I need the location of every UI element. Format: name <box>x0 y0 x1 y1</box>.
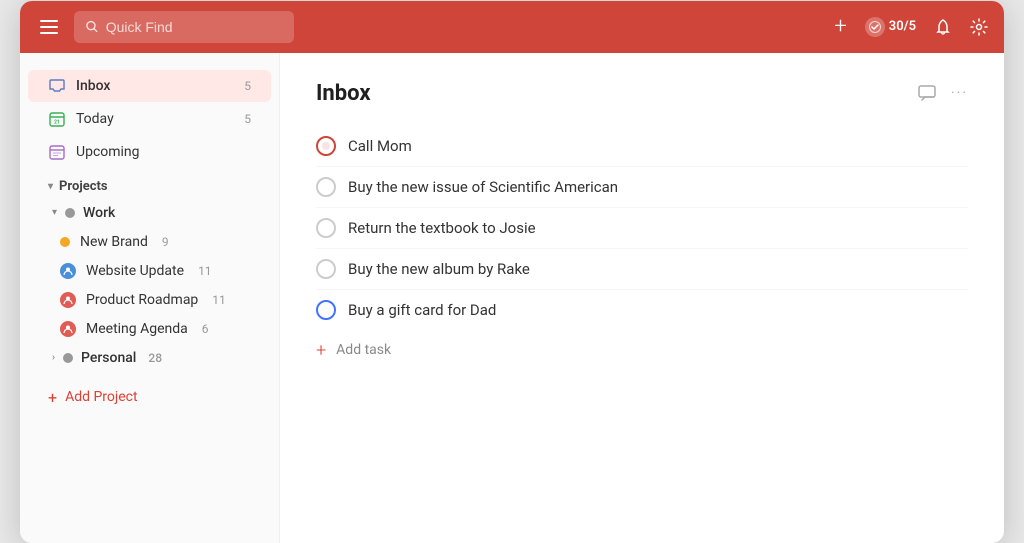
task-item[interactable]: Buy the new issue of Scientific American <box>316 167 968 208</box>
work-group-header[interactable]: ▾ Work <box>28 199 271 227</box>
search-input[interactable] <box>106 19 282 35</box>
comment-icon[interactable] <box>917 83 937 103</box>
personal-group-count: 28 <box>148 351 162 365</box>
new-brand-label: New Brand <box>80 234 148 250</box>
add-task-label: Add task <box>336 342 391 358</box>
website-update-label: Website Update <box>86 263 184 279</box>
add-project-plus-icon: + <box>48 388 57 407</box>
svg-text:21: 21 <box>54 119 60 125</box>
product-roadmap-label: Product Roadmap <box>86 292 198 308</box>
project-item-product-roadmap[interactable]: Product Roadmap 11 <box>28 286 271 314</box>
work-group-label: Work <box>83 205 115 221</box>
personal-dot-icon <box>63 353 73 363</box>
task-checkbox[interactable] <box>316 218 336 238</box>
meeting-agenda-label: Meeting Agenda <box>86 321 188 337</box>
new-brand-count: 9 <box>162 235 169 249</box>
task-item[interactable]: Return the textbook to Josie <box>316 208 968 249</box>
project-item-new-brand[interactable]: New Brand 9 <box>28 228 271 256</box>
main-layout: Inbox 5 21 Today 5 <box>20 53 1004 543</box>
add-project-button[interactable]: + Add Project <box>28 380 271 415</box>
sidebar-inbox-count: 5 <box>244 79 251 93</box>
more-options-icon[interactable]: ··· <box>951 85 968 101</box>
projects-label: Projects <box>59 179 108 194</box>
product-roadmap-person-icon <box>60 292 76 308</box>
add-button[interactable]: + <box>834 14 846 39</box>
projects-chevron-icon: ▾ <box>48 181 53 192</box>
sidebar-today-label: Today <box>76 111 230 127</box>
add-project-label: Add Project <box>65 389 138 405</box>
website-update-count: 11 <box>198 264 212 278</box>
task-item[interactable]: Call Mom <box>316 126 968 167</box>
task-checkbox[interactable] <box>316 177 336 197</box>
karma-value: 30/5 <box>889 19 916 34</box>
header-right: + 30/5 <box>834 14 988 39</box>
inbox-icon <box>48 77 66 95</box>
product-roadmap-count: 11 <box>212 293 226 307</box>
task-checkbox[interactable] <box>316 300 336 320</box>
content-area: Inbox ··· <box>280 53 1004 543</box>
header: + 30/5 <box>20 1 1004 53</box>
sidebar-item-inbox[interactable]: Inbox 5 <box>28 70 271 102</box>
meeting-agenda-person-icon <box>60 321 76 337</box>
karma-badge[interactable]: 30/5 <box>865 17 916 37</box>
settings-button[interactable] <box>970 18 988 36</box>
sidebar-upcoming-label: Upcoming <box>76 144 251 160</box>
task-checkbox[interactable] <box>316 136 336 156</box>
project-item-website-update[interactable]: Website Update 11 <box>28 257 271 285</box>
notifications-button[interactable] <box>934 18 952 36</box>
task-list: Call Mom Buy the new issue of Scientific… <box>316 126 968 330</box>
projects-section-header[interactable]: ▾ Projects <box>28 169 271 198</box>
upcoming-icon <box>48 143 66 161</box>
sidebar-item-today[interactable]: 21 Today 5 <box>28 103 271 135</box>
app-window: + 30/5 <box>20 1 1004 543</box>
personal-group-header[interactable]: › Personal 28 <box>28 344 271 372</box>
task-text: Buy the new album by Rake <box>348 260 968 278</box>
work-dot-icon <box>65 208 75 218</box>
karma-check-icon <box>865 17 885 37</box>
today-icon: 21 <box>48 110 66 128</box>
personal-group-label: Personal <box>81 350 136 366</box>
new-brand-dot-icon <box>60 237 70 247</box>
website-update-person-icon <box>60 263 76 279</box>
add-task-plus-icon: + <box>316 340 326 361</box>
search-icon <box>86 20 98 33</box>
content-actions: ··· <box>917 83 968 103</box>
task-text: Call Mom <box>348 137 968 155</box>
sidebar-today-count: 5 <box>244 112 251 126</box>
meeting-agenda-count: 6 <box>202 322 209 336</box>
work-project-group: ▾ Work New Brand 9 Web <box>20 199 279 343</box>
task-text: Return the textbook to Josie <box>348 219 968 237</box>
sidebar-item-upcoming[interactable]: Upcoming <box>28 136 271 168</box>
work-chevron-icon: ▾ <box>52 207 57 218</box>
add-task-row[interactable]: + Add task <box>316 330 968 371</box>
page-title: Inbox <box>316 81 917 106</box>
project-item-meeting-agenda[interactable]: Meeting Agenda 6 <box>28 315 271 343</box>
task-text: Buy the new issue of Scientific American <box>348 178 968 196</box>
personal-chevron-icon: › <box>52 352 55 363</box>
task-checkbox[interactable] <box>316 259 336 279</box>
sidebar-inbox-label: Inbox <box>76 78 230 94</box>
search-bar[interactable] <box>74 11 294 43</box>
task-item[interactable]: Buy the new album by Rake <box>316 249 968 290</box>
content-header: Inbox ··· <box>316 81 968 106</box>
hamburger-icon[interactable] <box>36 16 62 38</box>
task-item[interactable]: Buy a gift card for Dad <box>316 290 968 330</box>
sidebar: Inbox 5 21 Today 5 <box>20 53 280 543</box>
task-text: Buy a gift card for Dad <box>348 301 968 319</box>
